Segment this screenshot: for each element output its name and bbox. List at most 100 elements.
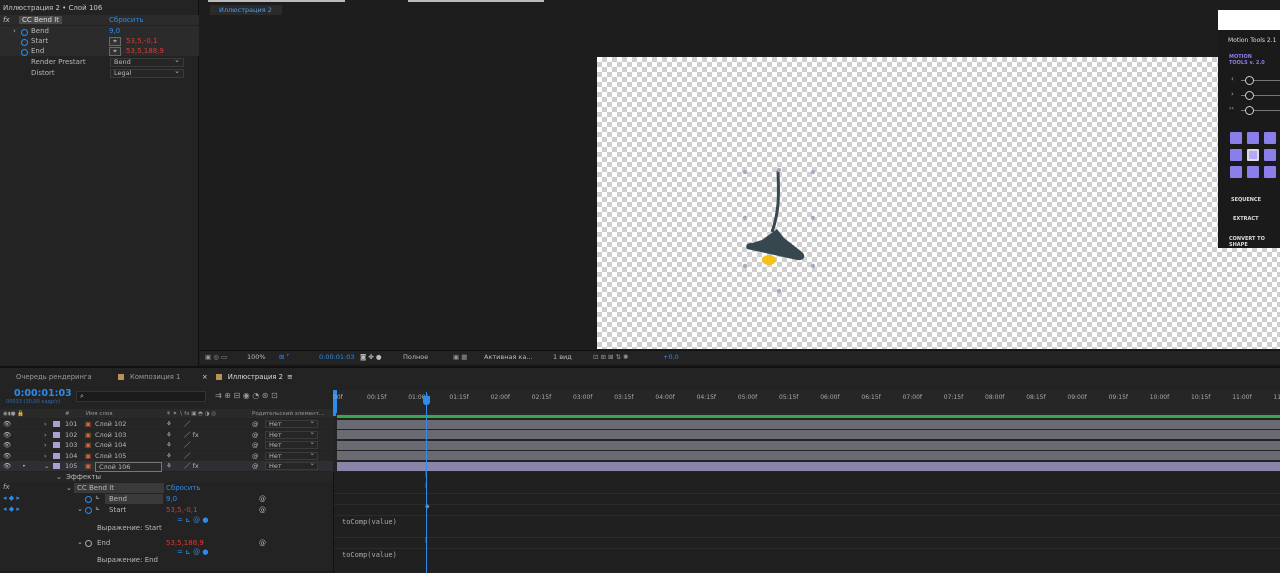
eye-icon[interactable]: 👁	[3, 419, 11, 429]
pickwhip-icon[interactable]: @	[252, 461, 259, 471]
layer-row[interactable]: 👁 › 104 ▣ Слой 105 ⚘ ／ @ Нет	[0, 450, 333, 461]
chevron-right-icon[interactable]: ›	[44, 430, 47, 440]
eye-icon[interactable]: 👁	[3, 461, 11, 471]
menu-icon[interactable]: ≡	[287, 373, 293, 381]
label-color-swatch[interactable]	[53, 421, 60, 427]
eye-icon[interactable]: 👁	[3, 430, 11, 440]
anchor-grid-cell[interactable]	[1230, 166, 1242, 178]
eye-icon[interactable]: 👁	[3, 440, 11, 450]
label-color-swatch[interactable]	[53, 452, 60, 459]
pickwhip-icon[interactable]: @	[252, 430, 259, 440]
layer-name[interactable]: Слой 103	[95, 430, 126, 440]
anchor-grid-cell[interactable]	[1247, 132, 1259, 144]
layer-name[interactable]: Слой 106	[95, 462, 162, 472]
chevron-down-icon[interactable]: ⌄	[66, 484, 72, 492]
graph-icon[interactable]: ⊾	[95, 494, 100, 501]
prop-value[interactable]: 53,5,-0,1	[166, 506, 197, 514]
views-dropdown[interactable]: 1 вид	[553, 353, 572, 361]
pickwhip-icon[interactable]: @	[252, 419, 259, 429]
pickwhip-icon[interactable]: @	[252, 451, 259, 461]
pickwhip-icon[interactable]: @	[259, 495, 266, 503]
prop-value[interactable]: 53,5,188,9	[126, 46, 164, 56]
stopwatch-icon[interactable]	[21, 48, 28, 56]
label-color-swatch[interactable]	[53, 431, 60, 438]
chevron-right-icon[interactable]: ›	[44, 419, 47, 429]
extract-button[interactable]: EXTRACT	[1233, 216, 1258, 222]
effect-name[interactable]: CC Bend It	[19, 16, 63, 24]
prop-value[interactable]: 9,0	[109, 26, 120, 36]
shy-icon[interactable]: ⚘	[166, 430, 172, 440]
transparent-canvas[interactable]	[597, 57, 1280, 349]
chevron-right-icon[interactable]: ›	[13, 26, 16, 36]
layer-row[interactable]: 👁 › 103 ▣ Слой 104 ⚘ ／ @ Нет	[0, 439, 333, 450]
layer-duration-bar[interactable]	[337, 451, 1280, 460]
keyframe-nav-icon[interactable]: ◂ ◆ ▸	[3, 505, 20, 513]
chevron-right-icon[interactable]: ›	[44, 451, 47, 461]
zoom-dropdown[interactable]: 100%	[247, 353, 266, 361]
quality-switch-icon[interactable]: ／ fx	[184, 461, 199, 471]
layer-row[interactable]: 👁 › 101 ▣ Слой 102 ⚘ ／ @ Нет	[0, 418, 333, 429]
anchor-grid-cell[interactable]	[1247, 166, 1259, 178]
stopwatch-icon[interactable]	[21, 28, 28, 36]
graph-icon[interactable]: ⊾	[95, 505, 100, 512]
parent-dropdown[interactable]: Нет	[265, 439, 318, 449]
sequence-button[interactable]: SEQUENCE	[1231, 197, 1261, 203]
expression-icons[interactable]: = ⊾ @ ●	[177, 516, 209, 524]
layer-name[interactable]: Слой 102	[95, 419, 126, 429]
expression-code[interactable]: toComp(value)	[342, 518, 397, 526]
slider-handle[interactable]	[1245, 76, 1254, 85]
toggle-icons[interactable]: ▣ ▦	[453, 353, 467, 361]
eye-icon[interactable]: 👁	[3, 451, 11, 461]
anchor-grid-cell[interactable]	[1247, 149, 1259, 161]
quality-switch-icon[interactable]: ／	[184, 419, 191, 429]
snapshot-icon[interactable]: ▣ ◎ ▭	[205, 353, 227, 361]
quality-dropdown[interactable]: Полное	[403, 353, 428, 361]
layer-search-input[interactable]: ⌕	[76, 391, 206, 402]
distort-dropdown[interactable]: Legal	[110, 68, 184, 78]
label-color-swatch[interactable]	[53, 442, 60, 448]
col-layer-name[interactable]: Имя слоя	[86, 411, 113, 417]
chevron-right-icon[interactable]: ⌄	[44, 461, 49, 471]
quality-switch-icon[interactable]: ／	[184, 440, 191, 450]
active-camera-dropdown[interactable]: Активная ка...	[484, 353, 533, 361]
quality-switch-icon[interactable]: ／	[184, 451, 191, 461]
slider-handle[interactable]	[1245, 91, 1254, 100]
playhead-line[interactable]	[426, 392, 427, 573]
render-prestart-dropdown[interactable]: Bend	[110, 57, 184, 67]
anchor-grid-cell[interactable]	[1264, 166, 1276, 178]
anchor-grid-cell[interactable]	[1264, 149, 1276, 161]
pickwhip-icon[interactable]: @	[259, 506, 266, 514]
expression-code[interactable]: toComp(value)	[342, 551, 397, 559]
chevron-right-icon[interactable]: ›	[44, 440, 47, 450]
solo-icon[interactable]: •	[22, 461, 26, 471]
parent-dropdown[interactable]: Нет	[265, 418, 318, 428]
tab-render-queue[interactable]: Очередь рендеринга	[16, 373, 92, 381]
misc-icons[interactable]: ⊡ ⊞ ⊠ ⇅ ✺	[593, 353, 629, 361]
quality-switch-icon[interactable]: ／ fx	[184, 430, 199, 440]
pickwhip-icon[interactable]: @	[252, 440, 259, 450]
stopwatch-icon[interactable]	[85, 506, 92, 514]
time-ruler[interactable]: 00f 00:15f 01:00f 01:15f 02:00f 02:15f 03:00f 0…	[333, 390, 1280, 418]
convert-to-shape-button[interactable]: CONVERT TO SHAPE	[1229, 236, 1280, 248]
playhead-handle[interactable]	[423, 396, 430, 405]
chevron-down-icon[interactable]: ⌄	[77, 538, 83, 546]
effect-name[interactable]: CC Bend It	[74, 483, 164, 493]
chevron-down-icon[interactable]: ⌄	[77, 505, 83, 513]
crosshair-icon[interactable]: ⌖	[109, 36, 121, 46]
viewer-tab[interactable]: Иллюстрация 2	[210, 5, 282, 15]
stopwatch-icon[interactable]	[21, 38, 28, 46]
shy-icon[interactable]: ⚘	[166, 440, 172, 450]
prop-value[interactable]: 53,5,188,9	[166, 539, 204, 547]
shy-icon[interactable]: ⚘	[166, 451, 172, 461]
reset-link[interactable]: Сбросить	[166, 484, 201, 492]
label-color-swatch[interactable]	[53, 463, 60, 469]
region-icon[interactable]: ⊞ ⌜	[279, 353, 290, 361]
effect-header-row[interactable]: fx CC Bend It Сбросить	[0, 15, 199, 25]
reset-link[interactable]: Сбросить	[109, 15, 144, 25]
layer-duration-bar[interactable]	[337, 440, 1280, 450]
expression-icons[interactable]: = ⊾ @ ●	[177, 548, 209, 556]
anchor-grid-cell[interactable]	[1230, 132, 1242, 144]
exposure-value[interactable]: +0,0	[663, 353, 679, 361]
keyframe-nav-icon[interactable]: ◂ ◆ ▸	[3, 494, 20, 502]
layer-duration-bar[interactable]	[337, 461, 1280, 471]
